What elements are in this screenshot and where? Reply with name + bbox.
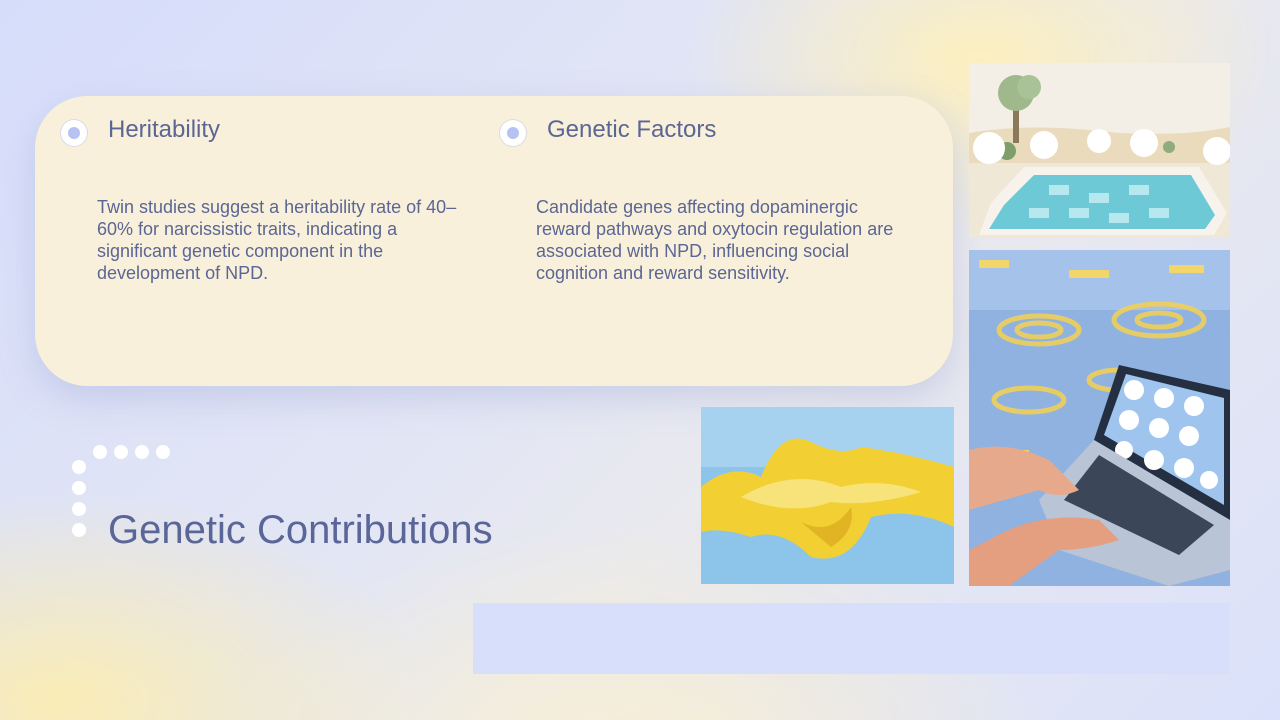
decorative-dot [156,445,170,459]
slide-title: Genetic Contributions [108,508,493,552]
decorative-dot [114,445,128,459]
section-heading-heritability: Heritability [108,116,221,143]
laptop-water-painting-image [969,250,1230,586]
section-heading-genetic-factors: Genetic Factors [547,116,717,143]
decorative-dot [135,445,149,459]
decorative-dot [93,445,107,459]
bullet-marker-icon [61,120,87,146]
footer-band [473,603,1230,674]
decorative-dot [72,502,86,516]
section-body-heritability: Twin studies suggest a heritability rate… [97,197,457,283]
section-body-genetic-factors: Candidate genes affecting dopaminergic r… [536,197,894,283]
yellow-abstract-painting-image [701,407,954,584]
content-card: Heritability Twin studies suggest a heri… [35,96,953,386]
decorative-dot [72,481,86,495]
bullet-marker-icon [500,120,526,146]
pool-painting-image [969,63,1230,238]
decorative-dot [72,523,86,537]
decorative-dot [72,460,86,474]
